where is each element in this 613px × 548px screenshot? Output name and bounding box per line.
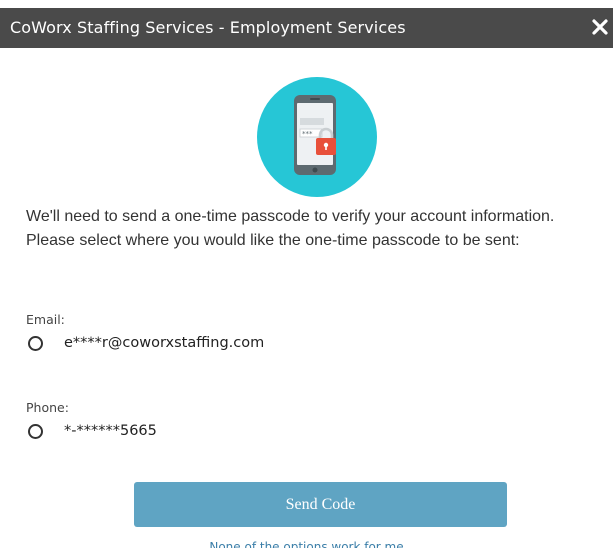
dialog-title: CoWorx Staffing Services - Employment Se… <box>10 18 406 37</box>
phone-radio[interactable] <box>28 423 43 439</box>
intro-text: We'll need to send a one-time passcode t… <box>26 208 555 249</box>
passcode-dialog: CoWorx Staffing Services - Employment Se… <box>0 0 613 548</box>
email-radio[interactable] <box>28 335 43 351</box>
svg-text:***: *** <box>302 130 313 138</box>
email-option-label: Email: <box>26 312 65 327</box>
phone-option-label: Phone: <box>26 400 69 415</box>
email-option-value[interactable]: e****r@coworxstaffing.com <box>64 335 264 351</box>
send-code-button[interactable]: Send Code <box>134 482 507 527</box>
close-icon[interactable] <box>589 14 611 40</box>
email-option[interactable]: e****r@coworxstaffing.com <box>26 332 264 354</box>
phone-lock-icon: *** <box>257 77 377 197</box>
no-options-link[interactable]: None of the options work for me <box>0 540 613 548</box>
phone-option[interactable]: *-******5665 <box>26 420 157 442</box>
phone-option-value[interactable]: *-******5665 <box>64 423 157 439</box>
dialog-titlebar: CoWorx Staffing Services - Employment Se… <box>0 8 613 48</box>
